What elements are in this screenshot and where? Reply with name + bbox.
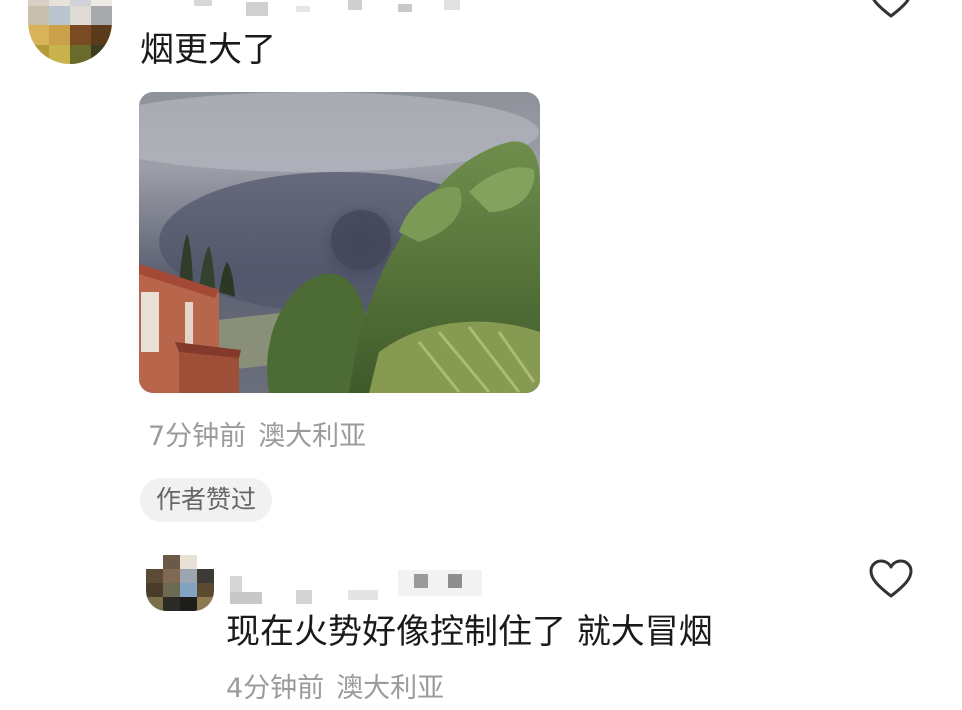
smoke-photo-image: [139, 92, 540, 393]
reply-username-mosaic[interactable]: [228, 562, 488, 608]
reply-meta: 4分钟前 澳大利亚: [226, 673, 444, 705]
comment-photo[interactable]: [139, 92, 540, 393]
comment-text: 烟更大了: [140, 30, 276, 70]
username-mosaic[interactable]: [190, 0, 470, 16]
reply-location: 澳大利亚: [336, 673, 445, 704]
avatar[interactable]: [28, 0, 112, 64]
heart-outline-icon[interactable]: [868, 558, 914, 600]
heart-outline-icon[interactable]: [868, 0, 914, 20]
author-liked-badge: 作者赞过: [140, 478, 273, 522]
reply-text: 现在火势好像控制住了 就大冒烟: [226, 612, 713, 652]
reply-time: 4分钟前: [226, 673, 325, 704]
reply-avatar[interactable]: [146, 555, 214, 611]
comment-time: 7分钟前: [148, 421, 247, 452]
comment-thread: 烟更大了 7分钟前 澳大利亚 作者赞过 现在火势好像控制住了 就大冒烟 4分钟前…: [0, 0, 962, 710]
comment-meta: 7分钟前 澳大利亚: [148, 421, 366, 453]
comment-location: 澳大利亚: [258, 421, 367, 452]
